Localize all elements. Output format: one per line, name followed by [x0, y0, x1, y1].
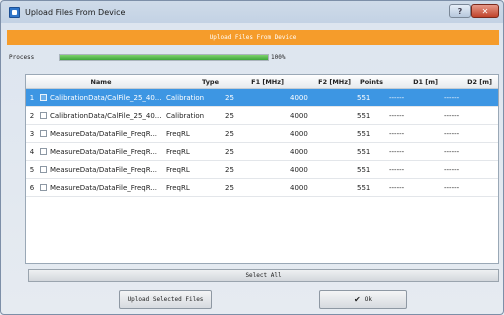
d1-cell: ------: [389, 165, 405, 174]
file-name-cell: MeasureData/DataFile_FreqR...: [38, 148, 164, 156]
file-name-text: MeasureData/DataFile_FreqR...: [50, 183, 158, 192]
table-row[interactable]: 3 MeasureData/DataFile_FreqR... FreqRL 25 40…: [26, 125, 498, 143]
column-header-d2[interactable]: D2 [m]: [442, 78, 496, 86]
checkmark-icon: ✔: [354, 295, 361, 304]
file-name-cell: MeasureData/DataFile_FreqR...: [38, 184, 164, 192]
row-checkbox[interactable]: [40, 184, 47, 191]
progress-percent: 100%: [271, 54, 286, 61]
file-name-text: MeasureData/DataFile_FreqR...: [50, 165, 158, 174]
column-header-f1[interactable]: F1 [MHz]: [223, 78, 288, 86]
f1-cell: 25: [225, 129, 234, 138]
table-row[interactable]: 4 MeasureData/DataFile_FreqR... FreqRL 25 40…: [26, 143, 498, 161]
row-checkbox[interactable]: [40, 112, 47, 119]
row-checkbox[interactable]: [40, 130, 47, 137]
progress-fill: [60, 55, 268, 60]
file-name-cell: CalibrationData/CalFile_25_40...: [38, 112, 164, 120]
points-cell: 551: [357, 147, 371, 156]
column-header-points[interactable]: Points: [355, 78, 387, 86]
ok-button[interactable]: ✔ Ok: [319, 290, 407, 309]
f1-cell: 25: [225, 183, 234, 192]
file-name-cell: CalibrationData/CalFile_25_40...: [38, 94, 164, 102]
d1-cell: ------: [389, 183, 405, 192]
column-header-name[interactable]: Name: [38, 78, 164, 86]
table-row[interactable]: 5 MeasureData/DataFile_FreqR... FreqRL 25 40…: [26, 161, 498, 179]
row-index: 1: [29, 93, 35, 102]
files-table: Name Type F1 [MHz] F2 [MHz] Points D1 [m…: [25, 74, 499, 264]
file-name-text: CalibrationData/CalFile_25_40...: [50, 93, 162, 102]
f2-cell: 4000: [290, 93, 308, 102]
type-cell: FreqRL: [166, 129, 190, 138]
column-header-d1[interactable]: D1 [m]: [387, 78, 442, 86]
d2-cell: ------: [444, 111, 460, 120]
row-checkbox[interactable]: [40, 148, 47, 155]
d2-cell: ------: [444, 129, 460, 138]
points-cell: 551: [357, 129, 371, 138]
header-banner: Upload Files From Device: [7, 30, 499, 45]
row-checkbox[interactable]: [40, 166, 47, 173]
close-button[interactable]: ✕: [471, 4, 499, 18]
points-cell: 551: [357, 183, 371, 192]
file-name-text: MeasureData/DataFile_FreqR...: [50, 147, 158, 156]
progress-row: Process 100%: [9, 53, 499, 63]
f1-cell: 25: [225, 111, 234, 120]
f2-cell: 4000: [290, 111, 308, 120]
type-cell: FreqRL: [166, 147, 190, 156]
type-cell: Calibration: [166, 93, 205, 102]
f2-cell: 4000: [290, 183, 308, 192]
points-cell: 551: [357, 93, 371, 102]
d1-cell: ------: [389, 111, 405, 120]
progress-label: Process: [9, 54, 35, 61]
select-all-button[interactable]: Select All: [28, 269, 499, 282]
column-header-type[interactable]: Type: [164, 78, 223, 86]
type-cell: FreqRL: [166, 165, 190, 174]
row-index: 3: [29, 129, 35, 138]
f1-cell: 25: [225, 165, 234, 174]
row-checkbox[interactable]: [40, 94, 47, 101]
upload-dialog-window: Upload Files From Device ? ✕ Upload File…: [0, 0, 504, 315]
upload-selected-button[interactable]: Upload Selected Files: [119, 290, 212, 309]
f1-cell: 25: [225, 147, 234, 156]
type-cell: FreqRL: [166, 183, 190, 192]
f1-cell: 25: [225, 93, 234, 102]
table-row[interactable]: 6 MeasureData/DataFile_FreqR... FreqRL 25 40…: [26, 179, 498, 197]
d2-cell: ------: [444, 147, 460, 156]
points-cell: 551: [357, 165, 371, 174]
table-row[interactable]: 1 CalibrationData/CalFile_25_40... Calibra…: [26, 89, 498, 107]
table-body: 1 CalibrationData/CalFile_25_40... Calibra…: [26, 89, 498, 197]
points-cell: 551: [357, 111, 371, 120]
window-title: Upload Files From Device: [25, 7, 126, 17]
file-name-cell: MeasureData/DataFile_FreqR...: [38, 130, 164, 138]
f2-cell: 4000: [290, 147, 308, 156]
progress-bar: [59, 54, 269, 61]
title-bar[interactable]: Upload Files From Device ? ✕: [1, 1, 503, 23]
help-button[interactable]: ?: [449, 4, 471, 18]
row-index: 5: [29, 165, 35, 174]
ok-button-label: Ok: [364, 296, 372, 303]
file-name-cell: MeasureData/DataFile_FreqR...: [38, 166, 164, 174]
d2-cell: ------: [444, 165, 460, 174]
app-icon: [9, 6, 20, 18]
f2-cell: 4000: [290, 129, 308, 138]
row-index: 6: [29, 183, 35, 192]
table-row[interactable]: 2 CalibrationData/CalFile_25_40... Calibra…: [26, 107, 498, 125]
type-cell: Calibration: [166, 111, 205, 120]
d1-cell: ------: [389, 147, 405, 156]
f2-cell: 4000: [290, 165, 308, 174]
d2-cell: ------: [444, 183, 460, 192]
row-index: 2: [29, 111, 35, 120]
file-name-text: MeasureData/DataFile_FreqR...: [50, 129, 158, 138]
d1-cell: ------: [389, 129, 405, 138]
d2-cell: ------: [444, 93, 460, 102]
row-index: 4: [29, 147, 35, 156]
column-header-f2[interactable]: F2 [MHz]: [288, 78, 355, 86]
file-name-text: CalibrationData/CalFile_25_40...: [50, 111, 162, 120]
table-header: Name Type F1 [MHz] F2 [MHz] Points D1 [m…: [26, 75, 498, 89]
d1-cell: ------: [389, 93, 405, 102]
